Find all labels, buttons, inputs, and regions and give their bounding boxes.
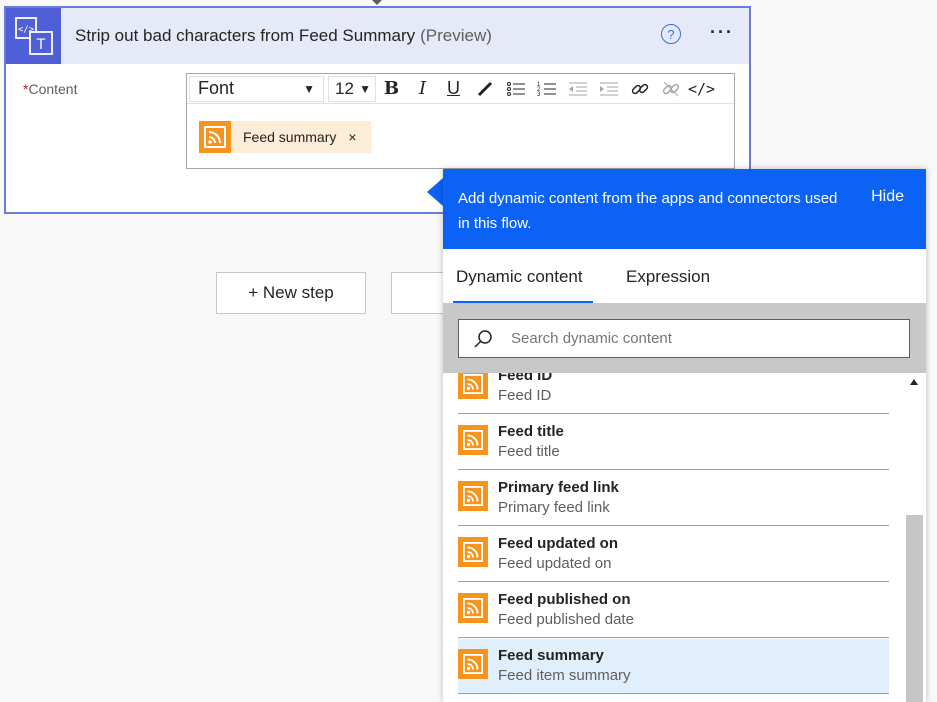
token-label: Feed summary xyxy=(243,129,337,145)
action-title-text: Strip out bad characters from Feed Summa… xyxy=(75,26,416,45)
list-item-selected[interactable]: Feed summary Feed item summary xyxy=(458,639,889,694)
panel-pointer xyxy=(427,178,443,206)
close-icon[interactable]: × xyxy=(348,129,356,145)
list-item-description: Feed updated on xyxy=(498,555,612,572)
list-item-description: Feed title xyxy=(498,443,560,460)
list-item-title: Feed ID xyxy=(498,373,553,384)
font-size-value: 12 xyxy=(335,78,354,98)
font-select[interactable]: Font ▼ xyxy=(189,75,324,102)
list-item[interactable]: Feed ID Feed ID xyxy=(458,373,889,414)
question-circle-icon[interactable]: ? xyxy=(661,24,681,44)
feed-summary-token[interactable]: Feed summary × xyxy=(199,121,371,153)
list-item-description: Primary feed link xyxy=(498,499,610,516)
svg-text:3: 3 xyxy=(537,92,541,98)
list-item-title: Feed title xyxy=(498,423,564,440)
paint-brush-icon[interactable] xyxy=(469,76,500,102)
caret-down-icon: ▼ xyxy=(303,81,315,96)
list-item[interactable]: Feed published on Feed published date xyxy=(458,583,889,638)
list-item-title: Feed summary xyxy=(498,647,604,664)
rss-icon xyxy=(458,593,488,623)
list-item-title: Primary feed link xyxy=(498,479,619,496)
code-view-icon[interactable]: </> xyxy=(686,76,717,102)
rich-text-toolbar: Font ▼ 12 ▼ B I U 123 </> xyxy=(187,74,734,104)
font-select-value: Font xyxy=(198,78,235,98)
panel-header: Add dynamic content from the apps and co… xyxy=(443,169,926,249)
content-editor[interactable]: Font ▼ 12 ▼ B I U 123 </> Feed summary × xyxy=(186,73,735,169)
bold-button[interactable]: B xyxy=(376,76,407,102)
content-label: *Content xyxy=(23,81,78,97)
list-item-description: Feed published date xyxy=(498,611,634,628)
new-step-button[interactable]: + New step xyxy=(216,272,366,314)
list-scrollbar[interactable] xyxy=(905,373,925,702)
list-item[interactable]: Feed title Feed title xyxy=(458,415,889,470)
list-item[interactable]: Feed updated on Feed updated on xyxy=(458,527,889,582)
scroll-thumb[interactable] xyxy=(906,515,923,702)
numbered-list-icon[interactable]: 123 xyxy=(531,76,562,102)
underline-button[interactable]: U xyxy=(438,76,469,102)
search-input[interactable] xyxy=(509,329,893,348)
unlink-icon[interactable] xyxy=(655,76,686,102)
rss-icon xyxy=(458,649,488,679)
rss-icon xyxy=(458,373,488,399)
bulleted-list-icon[interactable] xyxy=(500,76,531,102)
secondary-step-button[interactable] xyxy=(391,272,451,314)
list-item[interactable]: Primary feed link Primary feed link xyxy=(458,471,889,526)
hide-button[interactable]: Hide xyxy=(871,188,904,206)
panel-tabs: Dynamic content Expression xyxy=(443,249,926,303)
list-item-description: Feed item summary xyxy=(498,667,631,684)
tab-dynamic-content[interactable]: Dynamic content xyxy=(456,267,583,287)
dynamic-content-panel: Add dynamic content from the apps and co… xyxy=(443,169,926,702)
caret-down-icon: ▼ xyxy=(359,81,371,96)
decrease-indent-icon[interactable] xyxy=(562,76,593,102)
link-icon[interactable] xyxy=(624,76,655,102)
dynamic-content-list: Feed ID Feed ID Feed title Feed title Pr… xyxy=(443,373,910,702)
italic-button[interactable]: I xyxy=(407,76,438,102)
rss-icon xyxy=(458,537,488,567)
action-title[interactable]: Strip out bad characters from Feed Summa… xyxy=(75,26,492,46)
svg-text:T: T xyxy=(35,37,45,53)
list-item-title: Feed published on xyxy=(498,591,631,608)
action-card-header[interactable]: </> T Strip out bad characters from Feed… xyxy=(6,8,749,64)
connector-arrow xyxy=(372,0,382,5)
tab-expression[interactable]: Expression xyxy=(626,267,710,287)
list-item-description: Feed ID xyxy=(498,387,552,404)
increase-indent-icon[interactable] xyxy=(593,76,624,102)
list-item-title: Feed updated on xyxy=(498,535,618,552)
content-label-text: Content xyxy=(28,81,78,97)
preview-tag: (Preview) xyxy=(420,26,492,45)
font-size-select[interactable]: 12 ▼ xyxy=(328,75,376,102)
text-function-icon: </> T xyxy=(6,8,61,64)
search-area xyxy=(443,303,926,373)
rss-icon xyxy=(458,481,488,511)
scroll-up-icon[interactable] xyxy=(910,379,918,385)
search-box[interactable] xyxy=(458,319,910,358)
rss-icon xyxy=(458,425,488,455)
search-icon xyxy=(473,329,493,349)
panel-header-text: Add dynamic content from the apps and co… xyxy=(458,190,838,232)
ellipsis-icon[interactable]: ··· xyxy=(710,22,734,43)
rss-icon xyxy=(199,121,231,153)
